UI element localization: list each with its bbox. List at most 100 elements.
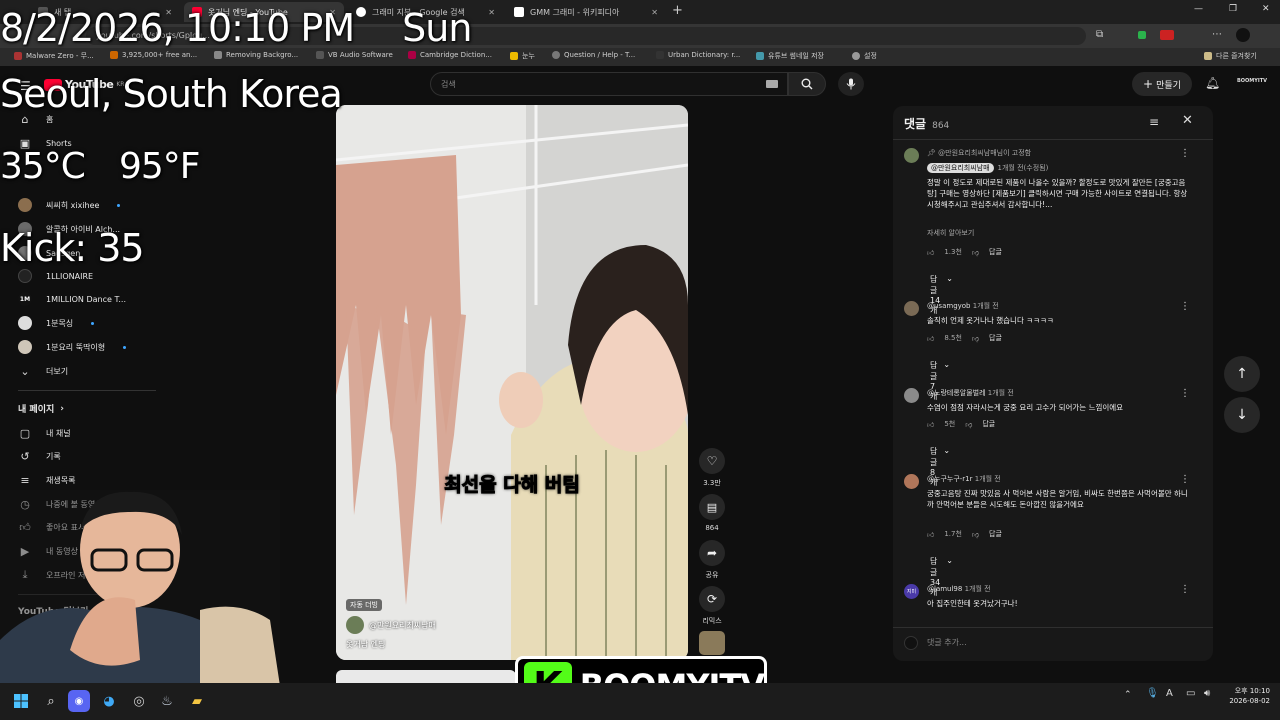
- next-short-button[interactable]: ↓: [1224, 397, 1260, 433]
- playlist-icon: ≡: [20, 473, 30, 487]
- previous-short-button[interactable]: ↑: [1224, 356, 1260, 392]
- more-options-icon[interactable]: ⋮: [1180, 301, 1190, 312]
- sidebar-item-history[interactable]: ↺ 기록: [18, 449, 60, 463]
- font-tray-icon[interactable]: A: [1166, 688, 1173, 699]
- bookmark-item[interactable]: Urban Dictionary: r...: [656, 51, 740, 59]
- more-options-icon[interactable]: ⋮: [1180, 474, 1190, 485]
- overlay-kick-viewers: Kick: 35: [0, 226, 145, 270]
- next-short-preview[interactable]: [336, 670, 516, 683]
- like-button[interactable]: ♡: [699, 448, 725, 474]
- subscription-item[interactable]: 1분목싱: [18, 316, 95, 330]
- thumbs-up-icon[interactable]: 👍︎: [927, 334, 934, 343]
- avatar[interactable]: [904, 301, 919, 316]
- file-explorer-icon[interactable]: ▰: [186, 690, 208, 712]
- sidebar-item-playlists[interactable]: ≡ 재생목록: [18, 473, 75, 487]
- share-button[interactable]: ➦: [699, 540, 725, 566]
- bookmark-item[interactable]: 3,925,000+ free an...: [110, 51, 197, 59]
- new-content-dot: [91, 321, 95, 325]
- profile-avatar[interactable]: [1236, 28, 1250, 42]
- channel-avatar[interactable]: BOOMYITV: [1237, 78, 1267, 84]
- search-button[interactable]: [788, 72, 826, 96]
- video-channel-row[interactable]: @만원요리최씨남매: [346, 616, 436, 634]
- bookmark-item[interactable]: 눈누: [510, 51, 535, 61]
- sidebar-you-header[interactable]: 내 페이지 ›: [18, 402, 64, 416]
- tray-chevron-up-icon[interactable]: ⌃: [1124, 690, 1132, 700]
- bookmark-icon: [552, 51, 560, 59]
- bookmark-item[interactable]: VB Audio Software: [316, 51, 393, 59]
- search-input[interactable]: 검색: [430, 72, 788, 96]
- microphone-tray-icon[interactable]: 🎙︎: [1146, 688, 1159, 699]
- start-button[interactable]: [10, 690, 32, 712]
- thumbs-down-icon[interactable]: 👎︎: [965, 420, 972, 429]
- sidebar-item-my-channel[interactable]: ▢ 내 채널: [18, 426, 71, 440]
- window-close-icon[interactable]: ✕: [1262, 4, 1270, 14]
- avatar[interactable]: [904, 388, 919, 403]
- maximize-icon[interactable]: ❐: [1229, 4, 1237, 14]
- thumbs-up-icon[interactable]: 👍︎: [927, 530, 934, 539]
- avatar[interactable]: 지미: [904, 584, 919, 599]
- video-title[interactable]: 옷거남 엔딩: [346, 639, 385, 650]
- subscription-item[interactable]: 씨씨히 xixihee: [18, 198, 121, 212]
- sort-icon[interactable]: ≡: [1149, 115, 1159, 129]
- extension-green-icon[interactable]: [1138, 31, 1146, 39]
- search-icon[interactable]: ⌕: [40, 690, 62, 712]
- reply-button[interactable]: 답글: [989, 247, 1002, 257]
- notifications-bell-icon[interactable]: 🔔︎: [1205, 76, 1220, 90]
- bookmark-icon: [510, 52, 518, 60]
- bookmark-item[interactable]: 설정: [852, 51, 877, 61]
- subscription-item[interactable]: 1LLIONAIRE: [18, 269, 93, 283]
- reply-button[interactable]: 답글: [989, 333, 1002, 343]
- bookmark-item[interactable]: Malware Zero - 무...: [14, 51, 94, 61]
- close-icon[interactable]: ✕: [488, 8, 495, 17]
- more-options-icon[interactable]: ⋮: [1180, 388, 1190, 399]
- taskbar-clock[interactable]: 오후 10:10 2026-08-02: [1222, 686, 1270, 706]
- thumbs-down-icon[interactable]: 👎︎: [972, 530, 979, 539]
- comment-text: 정말 이 정도로 제대로된 제품이 나올수 있을까? 할정도로 맛있게 잘만든 …: [927, 178, 1188, 209]
- sidebar-show-more[interactable]: ⌄ 더보기: [18, 364, 68, 378]
- extensions-icon[interactable]: ⧉: [1096, 29, 1103, 40]
- network-icon[interactable]: ▭: [1186, 688, 1195, 699]
- arrow-down-icon: ↓: [1236, 407, 1248, 423]
- reply-button[interactable]: 답글: [989, 529, 1002, 539]
- new-tab-button[interactable]: +: [672, 3, 683, 18]
- menu-dots-icon[interactable]: ⋯: [1212, 29, 1222, 40]
- close-icon[interactable]: ✕: [1182, 113, 1193, 128]
- subscription-item[interactable]: 1분요리 뚝딱이형: [18, 340, 127, 354]
- add-comment-input[interactable]: 댓글 추가...: [927, 637, 967, 648]
- comment-actions: 👍︎ 1.7천 👎︎ 답글: [927, 529, 1002, 539]
- edge-browser-icon[interactable]: ◕: [98, 690, 120, 712]
- thumbs-down-icon[interactable]: 👎︎: [972, 248, 979, 257]
- reply-button[interactable]: 답글: [982, 419, 995, 429]
- avatar[interactable]: [904, 148, 919, 163]
- bookmark-item[interactable]: Question / Help - T...: [552, 51, 635, 59]
- bookmark-item[interactable]: Cambridge Diction...: [408, 51, 492, 59]
- sound-thumbnail[interactable]: [699, 631, 725, 655]
- volume-icon[interactable]: 🔊︎: [1204, 688, 1210, 699]
- subscription-item[interactable]: 1M 1MILLION Dance T...: [18, 292, 126, 306]
- read-more-link[interactable]: 자세히 알아보기: [927, 228, 974, 238]
- discord-icon[interactable]: ◉: [68, 690, 90, 712]
- steam-icon[interactable]: ♨: [156, 690, 178, 712]
- minimize-icon[interactable]: —: [1194, 4, 1203, 14]
- close-icon[interactable]: ✕: [651, 8, 658, 17]
- keyboard-icon[interactable]: [766, 80, 778, 88]
- remix-button[interactable]: ⟳: [699, 586, 725, 612]
- voice-search-button[interactable]: [838, 72, 864, 96]
- comment-item: @누구누구-r1r 1개월 전 궁중고음탕 진짜 맛있음 사 먹어본 사람은 알…: [904, 474, 1194, 544]
- extension-red-icon[interactable]: [1160, 30, 1174, 40]
- obs-icon[interactable]: ◎: [128, 690, 150, 712]
- other-bookmarks[interactable]: 다른 즐겨찾기: [1204, 51, 1257, 61]
- avatar[interactable]: [904, 474, 919, 489]
- thumbs-down-icon[interactable]: 👎︎: [972, 334, 979, 343]
- remix-icon: ⟳: [706, 592, 718, 606]
- tab-wikipedia[interactable]: GMM 그래미 - 위키피디아 ✕: [506, 2, 666, 22]
- more-options-icon[interactable]: ⋮: [1180, 584, 1190, 595]
- more-options-icon[interactable]: ⋮: [1180, 148, 1190, 159]
- bookmark-item[interactable]: Removing Backgro...: [214, 51, 298, 59]
- comment-button[interactable]: ▤: [699, 494, 725, 520]
- shorts-video-player[interactable]: 최선을 다해 버팀 자동 더빙 @만원요리최씨남매 옷거남 엔딩: [336, 105, 688, 660]
- bookmark-item[interactable]: 유튜브 썸네일 저장: [756, 51, 824, 61]
- thumbs-up-icon[interactable]: 👍︎: [927, 248, 934, 257]
- create-button[interactable]: + 만들기: [1132, 72, 1192, 96]
- thumbs-up-icon[interactable]: 👍︎: [927, 420, 934, 429]
